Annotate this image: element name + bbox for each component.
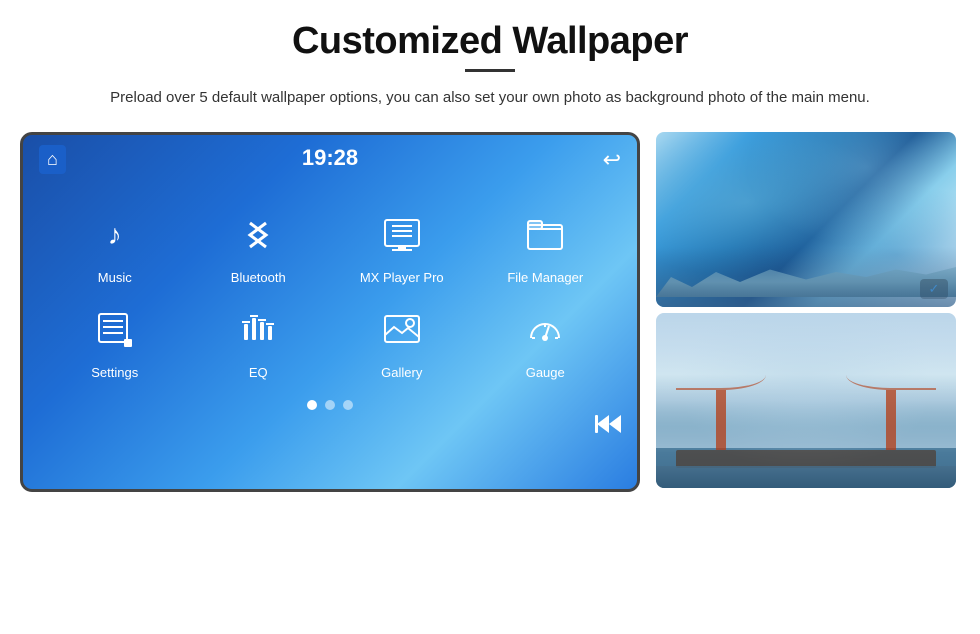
music-label: Music	[98, 270, 132, 285]
content-area: ⌂ 19:28 ↩ ♪ Music	[20, 132, 960, 492]
settings-label: Settings	[91, 365, 138, 380]
home-icon: ⌂	[47, 149, 58, 169]
bridge-tower-right	[886, 390, 896, 450]
bluetooth-label: Bluetooth	[231, 270, 286, 285]
settings-icon-item[interactable]: Settings	[65, 303, 165, 380]
music-icon: ♪	[88, 208, 142, 262]
bridge-tower-left	[716, 390, 726, 450]
mxplayer-icon	[375, 208, 429, 262]
thumbnail-ice-cave[interactable]: ✓	[656, 132, 956, 307]
skip-back-button[interactable]	[595, 413, 623, 441]
music-icon-item[interactable]: ♪ Music	[65, 208, 165, 285]
filemanager-icon	[518, 208, 572, 262]
eq-label: EQ	[249, 365, 268, 380]
eq-icon	[231, 303, 285, 357]
screen-time: 19:28	[302, 145, 358, 171]
gauge-label: Gauge	[526, 365, 565, 380]
eq-icon-item[interactable]: EQ	[208, 303, 308, 380]
gauge-icon	[518, 303, 572, 357]
gallery-icon-item[interactable]: Gallery	[352, 303, 452, 380]
ice-rocks-decoration	[656, 247, 956, 297]
mxplayer-icon-item[interactable]: MX Player Pro	[352, 208, 452, 285]
bridge-cable-right	[846, 360, 936, 390]
home-button[interactable]: ⌂	[39, 145, 66, 174]
bridge-cable-left	[676, 360, 766, 390]
screen-top-bar: ⌂ 19:28 ↩	[23, 135, 637, 180]
screen-dots	[23, 400, 637, 410]
filemanager-icon-item[interactable]: File Manager	[495, 208, 595, 285]
dot-2[interactable]	[325, 400, 335, 410]
bluetooth-icon	[231, 208, 285, 262]
screen-icons-row1: ♪ Music Bluetooth	[23, 188, 637, 293]
title-underline	[465, 69, 515, 72]
bridge-structure	[676, 388, 936, 468]
back-icon[interactable]: ↩	[603, 147, 621, 173]
bluetooth-icon-item[interactable]: Bluetooth	[208, 208, 308, 285]
filemanager-label: File Manager	[507, 270, 583, 285]
checkmark-badge: ✓	[920, 279, 948, 299]
screen-icons-row2: Settings	[23, 293, 637, 388]
thumbnail-bridge[interactable]	[656, 313, 956, 488]
page-description: Preload over 5 default wallpaper options…	[110, 86, 870, 110]
gauge-icon-item[interactable]: Gauge	[495, 303, 595, 380]
dot-1[interactable]	[307, 400, 317, 410]
dot-3[interactable]	[343, 400, 353, 410]
mxplayer-label: MX Player Pro	[360, 270, 444, 285]
car-screen: ⌂ 19:28 ↩ ♪ Music	[20, 132, 640, 492]
bridge-water	[656, 466, 956, 488]
page-title: Customized Wallpaper	[292, 20, 688, 63]
gallery-label: Gallery	[381, 365, 422, 380]
page-container: Customized Wallpaper Preload over 5 defa…	[0, 0, 980, 634]
thumbnails: ✓	[656, 132, 956, 492]
settings-icon	[88, 303, 142, 357]
gallery-icon	[375, 303, 429, 357]
